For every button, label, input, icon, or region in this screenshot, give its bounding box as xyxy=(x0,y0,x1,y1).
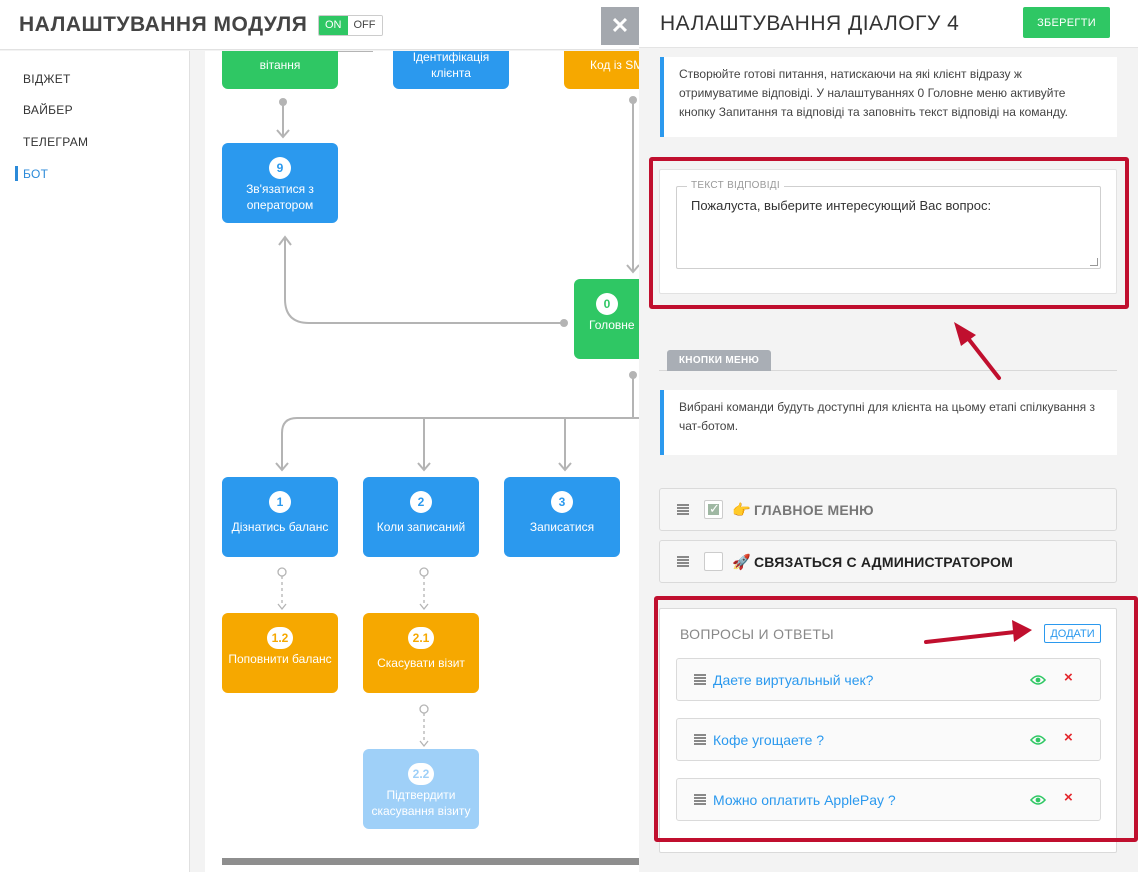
node-label: Дізнатись баланс xyxy=(231,520,329,534)
flow-canvas[interactable]: вітання Ідентифікація клієнта Код із SM … xyxy=(205,51,640,872)
sidebar-item-widget[interactable]: ВІДЖЕТ xyxy=(23,72,71,86)
connector-line xyxy=(284,239,563,324)
rocket-icon: 🚀 xyxy=(732,554,751,571)
flow-node-3[interactable]: 3 Записатися xyxy=(504,477,625,562)
flow-node-greeting[interactable]: вітання xyxy=(222,51,343,94)
drag-handle-icon[interactable] xyxy=(677,504,689,515)
command-label: ГЛАВНОЕ МЕНЮ xyxy=(754,502,874,518)
info-text: Вибрані команди будуть доступні для кліє… xyxy=(679,400,1095,433)
node-label: Код із SM xyxy=(590,58,640,72)
flow-node-1-2[interactable]: 1.2 Поповнити баланс xyxy=(222,613,343,698)
info-text: Створюйте готові питання, натискаючи на … xyxy=(679,67,1068,119)
node-number: 2 xyxy=(410,491,432,513)
toggle-on[interactable]: ON xyxy=(319,16,348,35)
flow-node-identify[interactable]: Ідентифікація клієнта xyxy=(393,51,514,94)
flow-node-9[interactable]: 9 Зв'язатися з оператором xyxy=(222,143,343,228)
node-number: 2.2 xyxy=(407,763,435,785)
node-number: 3 xyxy=(551,491,573,513)
save-button[interactable]: ЗБЕРЕГТИ xyxy=(1023,7,1110,38)
flow-node-2-1[interactable]: 2.1 Скасувати візит xyxy=(363,613,484,698)
info-box-questions: Створюйте готові питання, натискаючи на … xyxy=(660,57,1117,137)
toggle-off[interactable]: OFF xyxy=(347,16,382,35)
flow-node-2-2[interactable]: 2.2 Підтвердити скасування візиту xyxy=(363,749,484,834)
flow-node-1[interactable]: 1 Дізнатись баланс xyxy=(222,477,343,562)
annotation-box xyxy=(654,596,1138,842)
node-number: 9 xyxy=(269,157,291,179)
annotation-box xyxy=(649,157,1129,309)
node-number: 0 xyxy=(596,293,618,315)
sidebar: ВІДЖЕТ ВАЙБЕР ТЕЛЕГРАМ БОТ xyxy=(0,51,190,872)
node-label: Зв'язатися з оператором xyxy=(246,182,314,212)
module-toggle[interactable]: ON OFF xyxy=(318,15,383,36)
node-label: Головне xyxy=(589,318,635,332)
check-icon: ✓ xyxy=(709,501,720,516)
node-label: Ідентифікація клієнта xyxy=(412,51,490,80)
node-label: Коли записаний xyxy=(376,520,466,534)
command-checkbox[interactable] xyxy=(704,552,723,571)
active-marker xyxy=(15,166,18,181)
node-label: Підтвердити скасування візиту xyxy=(371,788,471,818)
pointing-hand-icon: 👉 xyxy=(732,502,751,519)
sidebar-item-bot[interactable]: БОТ xyxy=(23,167,48,181)
node-label: Скасувати візит xyxy=(377,656,465,670)
node-number: 2.1 xyxy=(407,627,435,649)
node-number: 1 xyxy=(269,491,291,513)
flow-node-2[interactable]: 2 Коли записаний xyxy=(363,477,484,562)
flow-node-code[interactable]: Код із SM xyxy=(564,51,640,94)
command-label: СВЯЗАТЬСЯ С АДМИНИСТРАТОРОМ xyxy=(754,554,1013,570)
connector-line xyxy=(281,417,640,469)
canvas-scrollbar[interactable] xyxy=(222,858,640,865)
command-row[interactable]: 🚀 СВЯЗАТЬСЯ С АДМИНИСТРАТОРОМ xyxy=(659,540,1117,583)
node-number: 1.2 xyxy=(266,627,294,649)
module-header: НАЛАШТУВАННЯ МОДУЛЯ ON OFF xyxy=(0,0,640,50)
module-title: НАЛАШТУВАННЯ МОДУЛЯ xyxy=(19,13,308,36)
command-checkbox[interactable]: ✓ xyxy=(704,500,723,519)
close-icon[interactable]: ✕ xyxy=(601,7,639,45)
node-label: вітання xyxy=(259,58,301,72)
node-label: Записатися xyxy=(529,520,595,534)
node-label: Поповнити баланс xyxy=(228,652,332,666)
panel-header: НАЛАШТУВАННЯ ДІАЛОГУ 4 ЗБЕРЕГТИ xyxy=(639,0,1138,48)
sidebar-item-viber[interactable]: ВАЙБЕР xyxy=(23,103,73,117)
info-box-menu: Вибрані команди будуть доступні для кліє… xyxy=(660,390,1117,455)
tab-menu-buttons[interactable]: КНОПКИ МЕНЮ xyxy=(667,350,771,371)
panel-title: НАЛАШТУВАННЯ ДІАЛОГУ 4 xyxy=(660,12,960,35)
command-row[interactable]: ✓ 👉 ГЛАВНОЕ МЕНЮ xyxy=(659,488,1117,531)
dialog-settings-panel: НАЛАШТУВАННЯ ДІАЛОГУ 4 ЗБЕРЕГТИ Створюйт… xyxy=(639,0,1138,872)
sidebar-item-telegram[interactable]: ТЕЛЕГРАМ xyxy=(23,135,88,149)
drag-handle-icon[interactable] xyxy=(677,556,689,567)
flow-node-0[interactable]: 0 Головне xyxy=(574,279,640,364)
